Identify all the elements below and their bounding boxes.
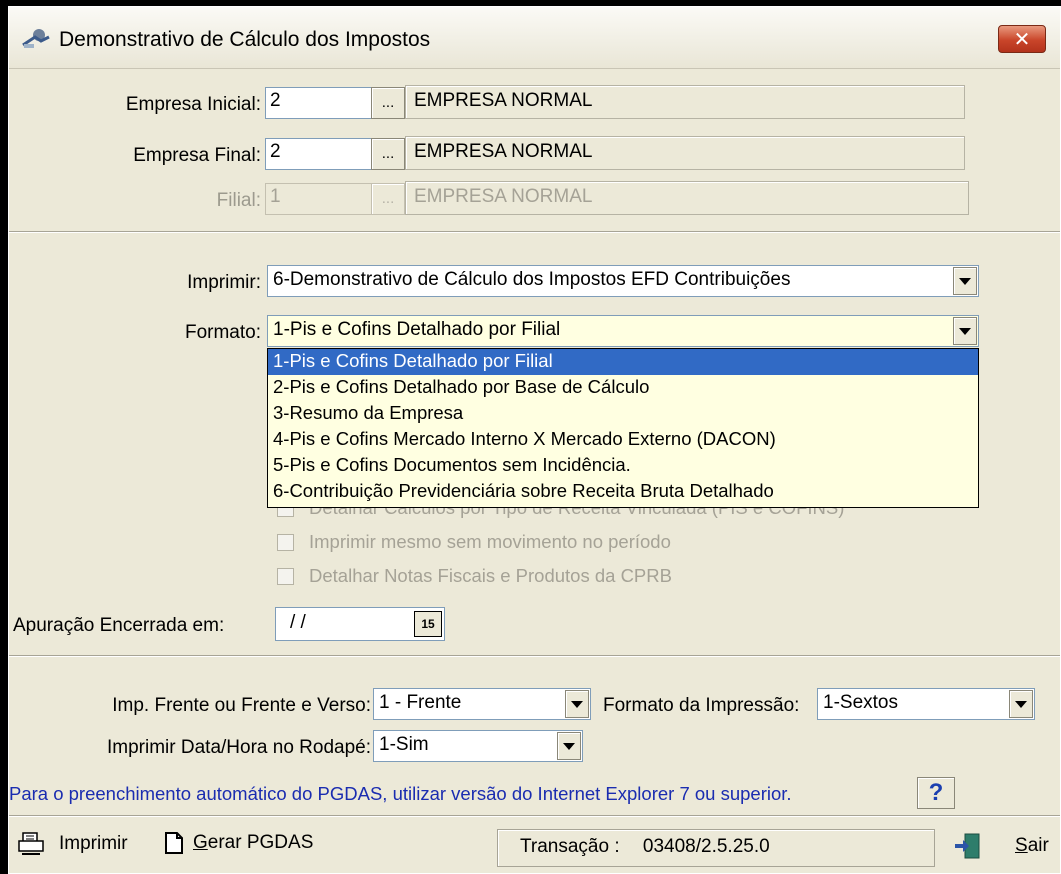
- separator: [9, 231, 1060, 233]
- window-title: Demonstrativo de Cálculo dos Impostos: [59, 28, 431, 51]
- empresa-inicial-field[interactable]: 2: [265, 87, 373, 119]
- gerar-pgdas-button[interactable]: Gerar PGDAS: [163, 831, 313, 855]
- printer-icon: [18, 832, 44, 855]
- detalhar-notas-checkbox: [277, 568, 294, 585]
- filial-label: Filial:: [216, 190, 261, 211]
- imprimir-label: Imprimir:: [187, 272, 261, 293]
- imprimir-select[interactable]: 6-Demonstrativo de Cálculo dos Impostos …: [267, 265, 979, 297]
- formato-value: 1-Pis e Cofins Detalhado por Filial: [273, 319, 561, 340]
- imprimir-button-label: Imprimir: [59, 833, 128, 854]
- transacao-status: Transação : 03408/2.5.25.0: [497, 829, 935, 867]
- filial-name: EMPRESA NORMAL: [405, 181, 969, 215]
- empresa-inicial-name: EMPRESA NORMAL: [405, 85, 965, 119]
- separator: [9, 655, 1060, 657]
- sem-movimento-label: Imprimir mesmo sem movimento no período: [309, 531, 671, 552]
- sair-label: Sair: [1015, 835, 1049, 856]
- formato-option[interactable]: 6-Contribuição Previdenciária sobre Rece…: [268, 479, 978, 505]
- formato-option[interactable]: 3-Resumo da Empresa: [268, 401, 978, 427]
- transacao-value: 03408/2.5.25.0: [642, 836, 770, 857]
- frente-verso-value: 1 - Frente: [379, 692, 462, 713]
- help-button[interactable]: ?: [917, 777, 955, 809]
- sem-movimento-checkbox: [277, 534, 294, 551]
- close-icon: ✕: [1013, 28, 1031, 51]
- separator: [9, 815, 1060, 817]
- filial-lookup-button: ...: [371, 183, 405, 215]
- exit-door-icon[interactable]: [953, 831, 983, 861]
- formato-impressao-select[interactable]: 1-Sextos: [817, 688, 1035, 720]
- empresa-final-lookup-button[interactable]: ...: [371, 138, 405, 170]
- data-hora-value: 1-Sim: [379, 734, 429, 755]
- main-window: Demonstrativo de Cálculo dos Impostos ✕ …: [8, 6, 1061, 874]
- formato-label: Formato:: [184, 322, 261, 343]
- calendar-icon[interactable]: 15: [414, 611, 442, 637]
- chevron-down-icon[interactable]: [953, 317, 977, 345]
- chevron-down-icon[interactable]: [1009, 690, 1033, 718]
- help-icon: ?: [928, 779, 944, 806]
- formato-select[interactable]: 1-Pis e Cofins Detalhado por Filial: [267, 315, 979, 347]
- formato-option[interactable]: 2-Pis e Cofins Detalhado por Base de Cál…: [268, 375, 978, 401]
- apuracao-date-field[interactable]: / / 15: [275, 607, 445, 641]
- title-bar: Demonstrativo de Cálculo dos Impostos ✕: [9, 7, 1060, 69]
- empresa-final-name: EMPRESA NORMAL: [405, 136, 965, 170]
- formato-impressao-label: Formato da Impressão:: [603, 695, 800, 716]
- close-button[interactable]: ✕: [998, 25, 1046, 53]
- formato-option[interactable]: 1-Pis e Cofins Detalhado por Filial: [268, 349, 978, 375]
- formato-dropdown-list[interactable]: 1-Pis e Cofins Detalhado por Filial 2-Pi…: [267, 348, 979, 508]
- formato-option[interactable]: 5-Pis e Cofins Documentos sem Incidência…: [268, 453, 978, 479]
- pgdas-info-text: Para o preenchimento automático do PGDAS…: [9, 783, 792, 804]
- gerar-pgdas-label: Gerar PGDAS: [193, 832, 314, 853]
- chevron-down-icon[interactable]: [953, 267, 977, 295]
- imprimir-button[interactable]: Imprimir: [17, 831, 128, 857]
- empresa-inicial-lookup-button[interactable]: ...: [371, 87, 405, 119]
- chevron-down-icon[interactable]: [557, 732, 581, 760]
- apuracao-date-value: / /: [290, 612, 306, 633]
- empresa-final-field[interactable]: 2: [265, 138, 373, 170]
- frente-verso-select[interactable]: 1 - Frente: [373, 688, 591, 720]
- app-icon: [22, 29, 50, 48]
- detalhar-notas-label: Detalhar Notas Fiscais e Produtos da CPR…: [309, 565, 672, 586]
- sair-button[interactable]: Sair: [1015, 835, 1049, 857]
- apuracao-label: Apuração Encerrada em:: [13, 615, 225, 636]
- imprimir-value: 6-Demonstrativo de Cálculo dos Impostos …: [273, 269, 791, 290]
- document-icon: [165, 832, 183, 854]
- data-hora-select[interactable]: 1-Sim: [373, 730, 583, 762]
- empresa-inicial-label: Empresa Inicial:: [125, 94, 261, 115]
- formato-impressao-value: 1-Sextos: [823, 692, 898, 713]
- empresa-final-label: Empresa Final:: [133, 145, 261, 166]
- filial-field: 1: [265, 183, 373, 215]
- data-hora-label: Imprimir Data/Hora no Rodapé:: [107, 737, 371, 758]
- frente-verso-label: Imp. Frente ou Frente e Verso:: [112, 695, 371, 716]
- chevron-down-icon[interactable]: [565, 690, 589, 718]
- transacao-label: Transação :: [520, 836, 620, 857]
- formato-option[interactable]: 4-Pis e Cofins Mercado Interno X Mercado…: [268, 427, 978, 453]
